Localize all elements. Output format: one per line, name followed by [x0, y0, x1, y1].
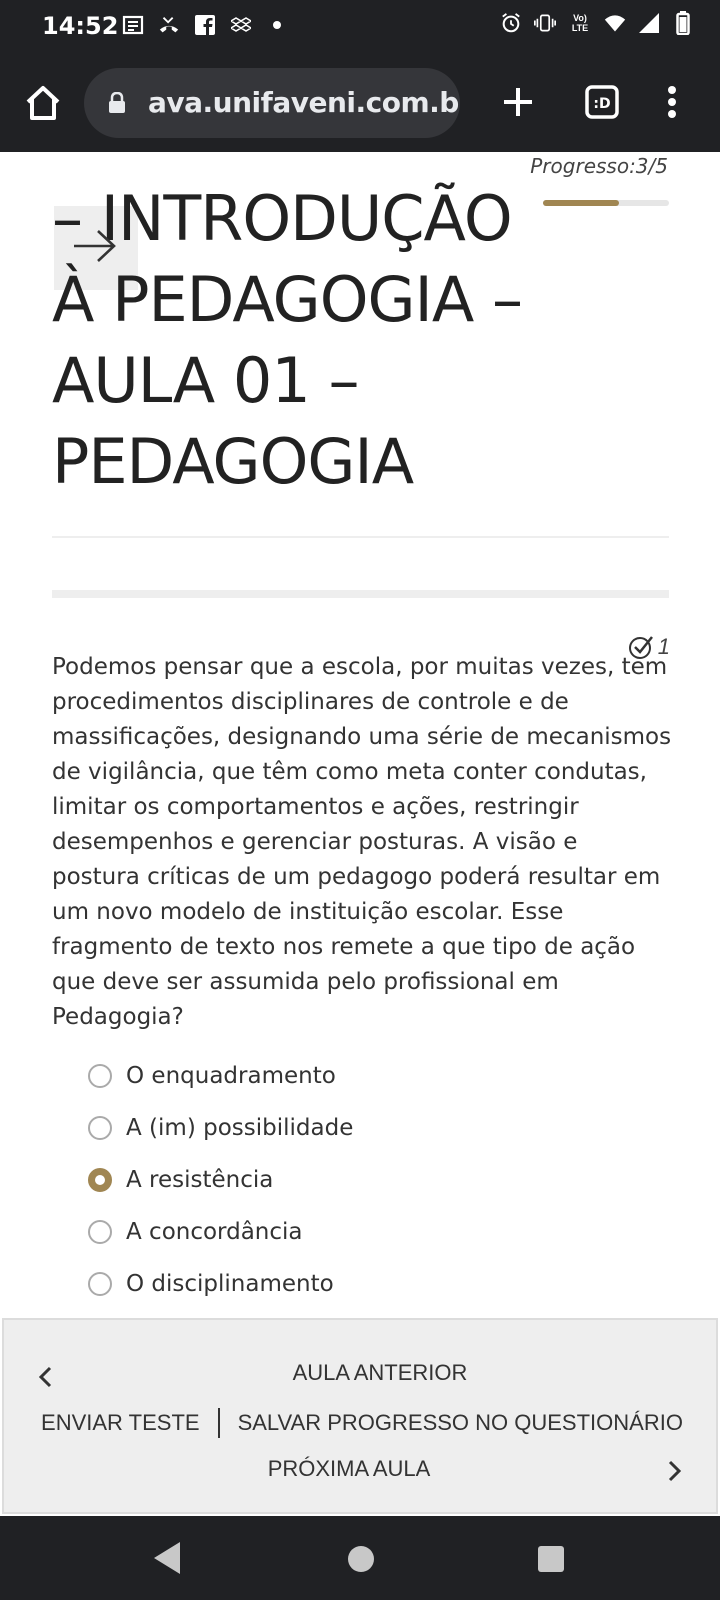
- chevron-right-icon[interactable]: [664, 1456, 686, 1486]
- new-tab-button[interactable]: [498, 82, 538, 122]
- lesson-title: – INTRODUÇÃO À PEDAGOGIA – AULA 01 – PED…: [52, 182, 523, 498]
- facebook-icon: [194, 14, 216, 36]
- notification-icons: [122, 14, 288, 36]
- wifi-icon: [604, 12, 626, 34]
- plus-icon: [504, 88, 532, 116]
- progress-label: Progresso:3/5: [530, 154, 668, 178]
- answer-option-label: A resistência: [126, 1167, 274, 1193]
- radio-button[interactable]: [88, 1168, 112, 1192]
- home-nav-icon[interactable]: [348, 1546, 374, 1572]
- address-bar[interactable]: ava.unifaveni.com.br/c: [84, 68, 460, 138]
- battery-icon: [672, 11, 694, 35]
- section-divider: [52, 590, 669, 598]
- svg-text::D: :D: [593, 96, 610, 112]
- radio-button[interactable]: [88, 1116, 112, 1140]
- answer-options: O enquadramento A (im) possibilidade A r…: [88, 1050, 353, 1310]
- missed-call-icon: [158, 14, 180, 36]
- radio-button[interactable]: [88, 1272, 112, 1296]
- recents-icon[interactable]: [538, 1546, 564, 1572]
- home-button[interactable]: [22, 82, 64, 124]
- answer-option-label: O disciplinamento: [126, 1271, 334, 1297]
- actions-separator: [217, 1408, 220, 1438]
- home-icon: [26, 86, 60, 120]
- radio-button[interactable]: [88, 1064, 112, 1088]
- lesson-navigation: AULA ANTERIOR ENVIAR TESTE SALVAR PROGRE…: [2, 1318, 718, 1514]
- signal-icon: [638, 12, 660, 34]
- vibrate-icon: [534, 12, 556, 34]
- alarm-icon: [500, 12, 522, 34]
- quiz-actions: ENVIAR TESTE SALVAR PROGRESSO NO QUESTIO…: [4, 1408, 720, 1438]
- status-time: 14:52: [42, 12, 119, 40]
- question-text: Podemos pensar que a escola, por muitas …: [52, 654, 672, 1030]
- url-text: ava.unifaveni.com.br/c: [148, 86, 460, 119]
- answer-option[interactable]: O enquadramento: [88, 1050, 353, 1102]
- send-test-button[interactable]: ENVIAR TESTE: [41, 1410, 200, 1436]
- system-icons: Vo) LTE: [500, 11, 694, 35]
- title-divider: [52, 536, 669, 538]
- answer-option-label: O enquadramento: [126, 1063, 336, 1089]
- dropbox-icon: [230, 14, 252, 36]
- progress-bar: [543, 200, 669, 206]
- tab-switcher-icon: :D: [585, 85, 619, 119]
- radio-button[interactable]: [88, 1220, 112, 1244]
- status-bar: 14:52 Vo) LTE: [0, 0, 720, 52]
- answer-option-label: A (im) possibilidade: [126, 1115, 354, 1141]
- lock-icon: [108, 91, 126, 114]
- answer-option[interactable]: A concordância: [88, 1206, 353, 1258]
- browser-toolbar: ava.unifaveni.com.br/c :D: [0, 52, 720, 152]
- more-vert-icon: [668, 86, 676, 118]
- dot-icon: [266, 14, 288, 36]
- tab-switcher-button[interactable]: :D: [584, 84, 620, 120]
- answer-option[interactable]: A (im) possibilidade: [88, 1102, 353, 1154]
- previous-lesson-link[interactable]: AULA ANTERIOR: [4, 1360, 720, 1386]
- arrow-right-icon: [74, 230, 116, 262]
- back-icon[interactable]: [152, 1538, 182, 1578]
- answer-option[interactable]: A resistência: [88, 1154, 353, 1206]
- next-lesson-link[interactable]: PRÓXIMA AULA: [4, 1456, 694, 1482]
- browser-menu-button[interactable]: [660, 82, 684, 122]
- progress-bar-fill: [543, 200, 619, 206]
- answer-option[interactable]: O disciplinamento: [88, 1258, 353, 1310]
- save-progress-button[interactable]: SALVAR PROGRESSO NO QUESTIONÁRIO: [238, 1410, 683, 1436]
- news-icon: [122, 14, 144, 36]
- answer-option-label: A concordância: [126, 1219, 303, 1245]
- system-navigation-bar: [0, 1516, 720, 1600]
- volte-icon: Vo) LTE: [571, 13, 589, 33]
